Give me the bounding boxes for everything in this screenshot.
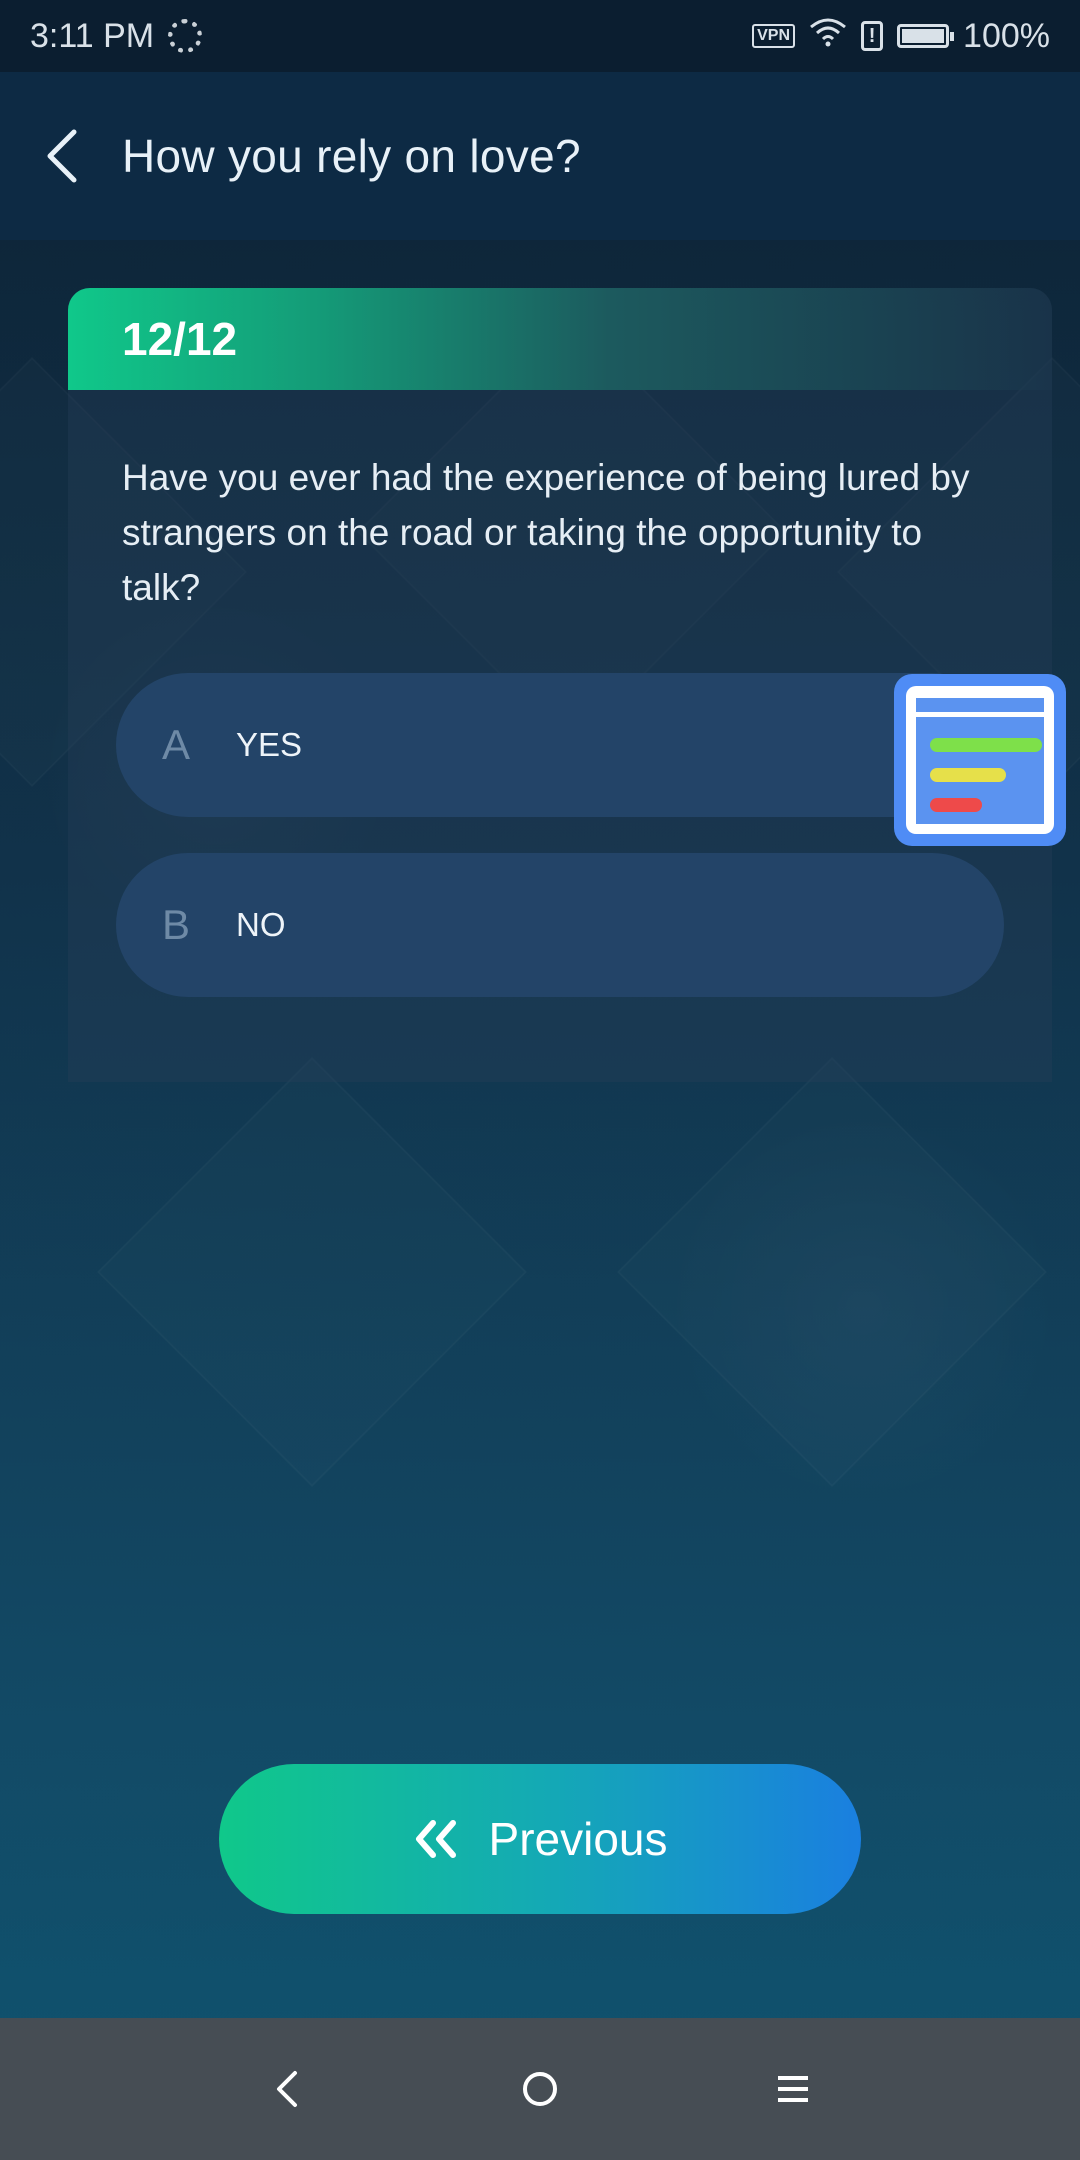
progress-header: 12/12: [68, 288, 1052, 390]
double-chevron-left-icon: [413, 1819, 459, 1859]
wifi-icon: [809, 17, 847, 56]
option-letter: B: [162, 901, 191, 948]
page-title: How you rely on love?: [122, 130, 581, 182]
option-label: YES: [236, 726, 303, 763]
status-left: 3:11 PM: [30, 16, 203, 56]
overlay-bar-red: [930, 798, 982, 812]
back-arrow-icon[interactable]: [40, 126, 84, 186]
progress-counter: 12/12: [122, 313, 238, 365]
list-overlay-icon[interactable]: [894, 674, 1066, 846]
vpn-icon: VPN: [752, 24, 796, 48]
previous-label: Previous: [488, 1813, 668, 1865]
loading-spinner-icon: [168, 19, 203, 53]
option-letter: A: [162, 721, 191, 768]
status-bar: 3:11 PM VPN ! 100%: [0, 0, 1080, 72]
nav-back-icon[interactable]: [257, 2059, 317, 2119]
overlay-bar-green: [930, 738, 1042, 752]
option-label: NO: [236, 906, 286, 943]
option-a[interactable]: A YES: [116, 673, 1004, 817]
overlay-inner: [906, 686, 1054, 834]
sim-alert-icon: !: [861, 21, 884, 51]
option-b[interactable]: B NO: [116, 853, 1004, 997]
question-text: Have you ever had the experience of bein…: [122, 457, 970, 608]
battery-icon: [897, 24, 955, 48]
system-nav-bar: [0, 2018, 1080, 2160]
app-header: How you rely on love?: [0, 72, 1080, 240]
nav-menu-icon[interactable]: [763, 2059, 823, 2119]
overlay-topbar: [916, 698, 1044, 717]
battery-percent: 100%: [963, 16, 1050, 55]
status-right: VPN ! 100%: [752, 17, 1050, 56]
answer-options: A YES B NO: [116, 673, 1004, 1033]
overlay-bar-yellow: [930, 768, 1006, 782]
background-diamond: [97, 1057, 527, 1487]
background-diamond: [617, 1057, 1047, 1487]
status-time: 3:11 PM: [30, 16, 155, 55]
previous-button[interactable]: Previous: [219, 1764, 861, 1914]
nav-home-icon[interactable]: [510, 2059, 570, 2119]
